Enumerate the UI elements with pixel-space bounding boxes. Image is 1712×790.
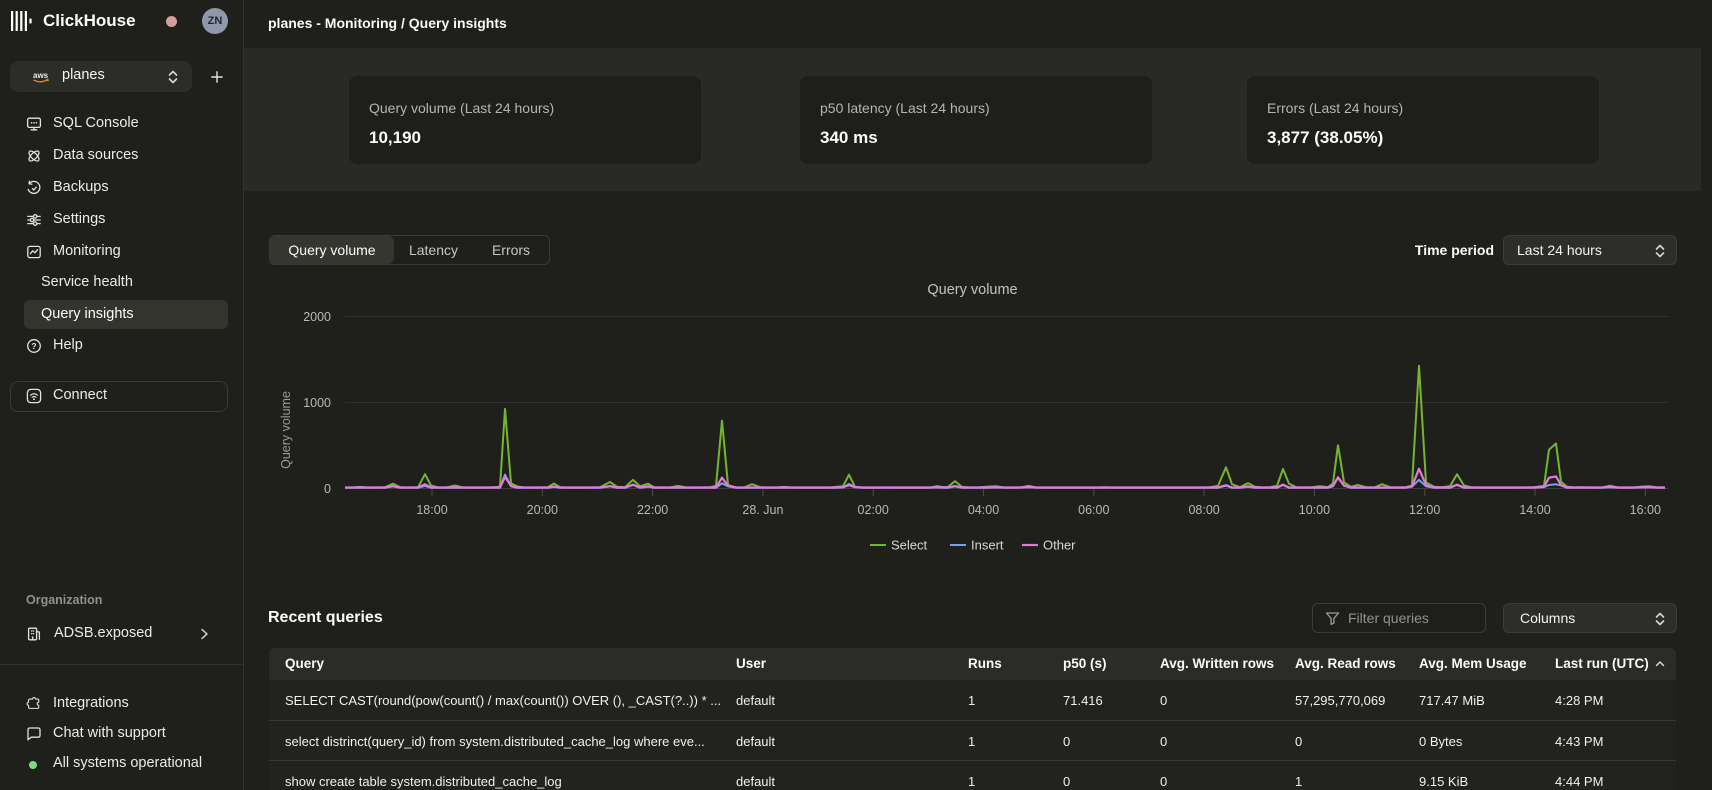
- svg-text:0: 0: [324, 482, 331, 496]
- svg-text:22:00: 22:00: [637, 503, 668, 517]
- svg-text:Insert: Insert: [971, 538, 1004, 553]
- svg-text:28. Jun: 28. Jun: [742, 503, 783, 517]
- svg-text:Select: Select: [891, 538, 928, 553]
- svg-text:Other: Other: [1043, 538, 1076, 553]
- svg-text:16:00: 16:00: [1630, 503, 1661, 517]
- svg-text:20:00: 20:00: [527, 503, 558, 517]
- svg-text:04:00: 04:00: [968, 503, 999, 517]
- svg-text:1000: 1000: [303, 396, 331, 410]
- svg-text:?: ?: [31, 341, 36, 351]
- svg-text:2000: 2000: [303, 310, 331, 324]
- svg-text:10:00: 10:00: [1299, 503, 1330, 517]
- svg-text:Query volume: Query volume: [279, 391, 293, 469]
- svg-text:08:00: 08:00: [1188, 503, 1219, 517]
- svg-text:14:00: 14:00: [1519, 503, 1550, 517]
- svg-text:aws: aws: [33, 71, 49, 80]
- svg-text:18:00: 18:00: [416, 503, 447, 517]
- svg-text:12:00: 12:00: [1409, 503, 1440, 517]
- svg-text:02:00: 02:00: [858, 503, 889, 517]
- svg-text:06:00: 06:00: [1078, 503, 1109, 517]
